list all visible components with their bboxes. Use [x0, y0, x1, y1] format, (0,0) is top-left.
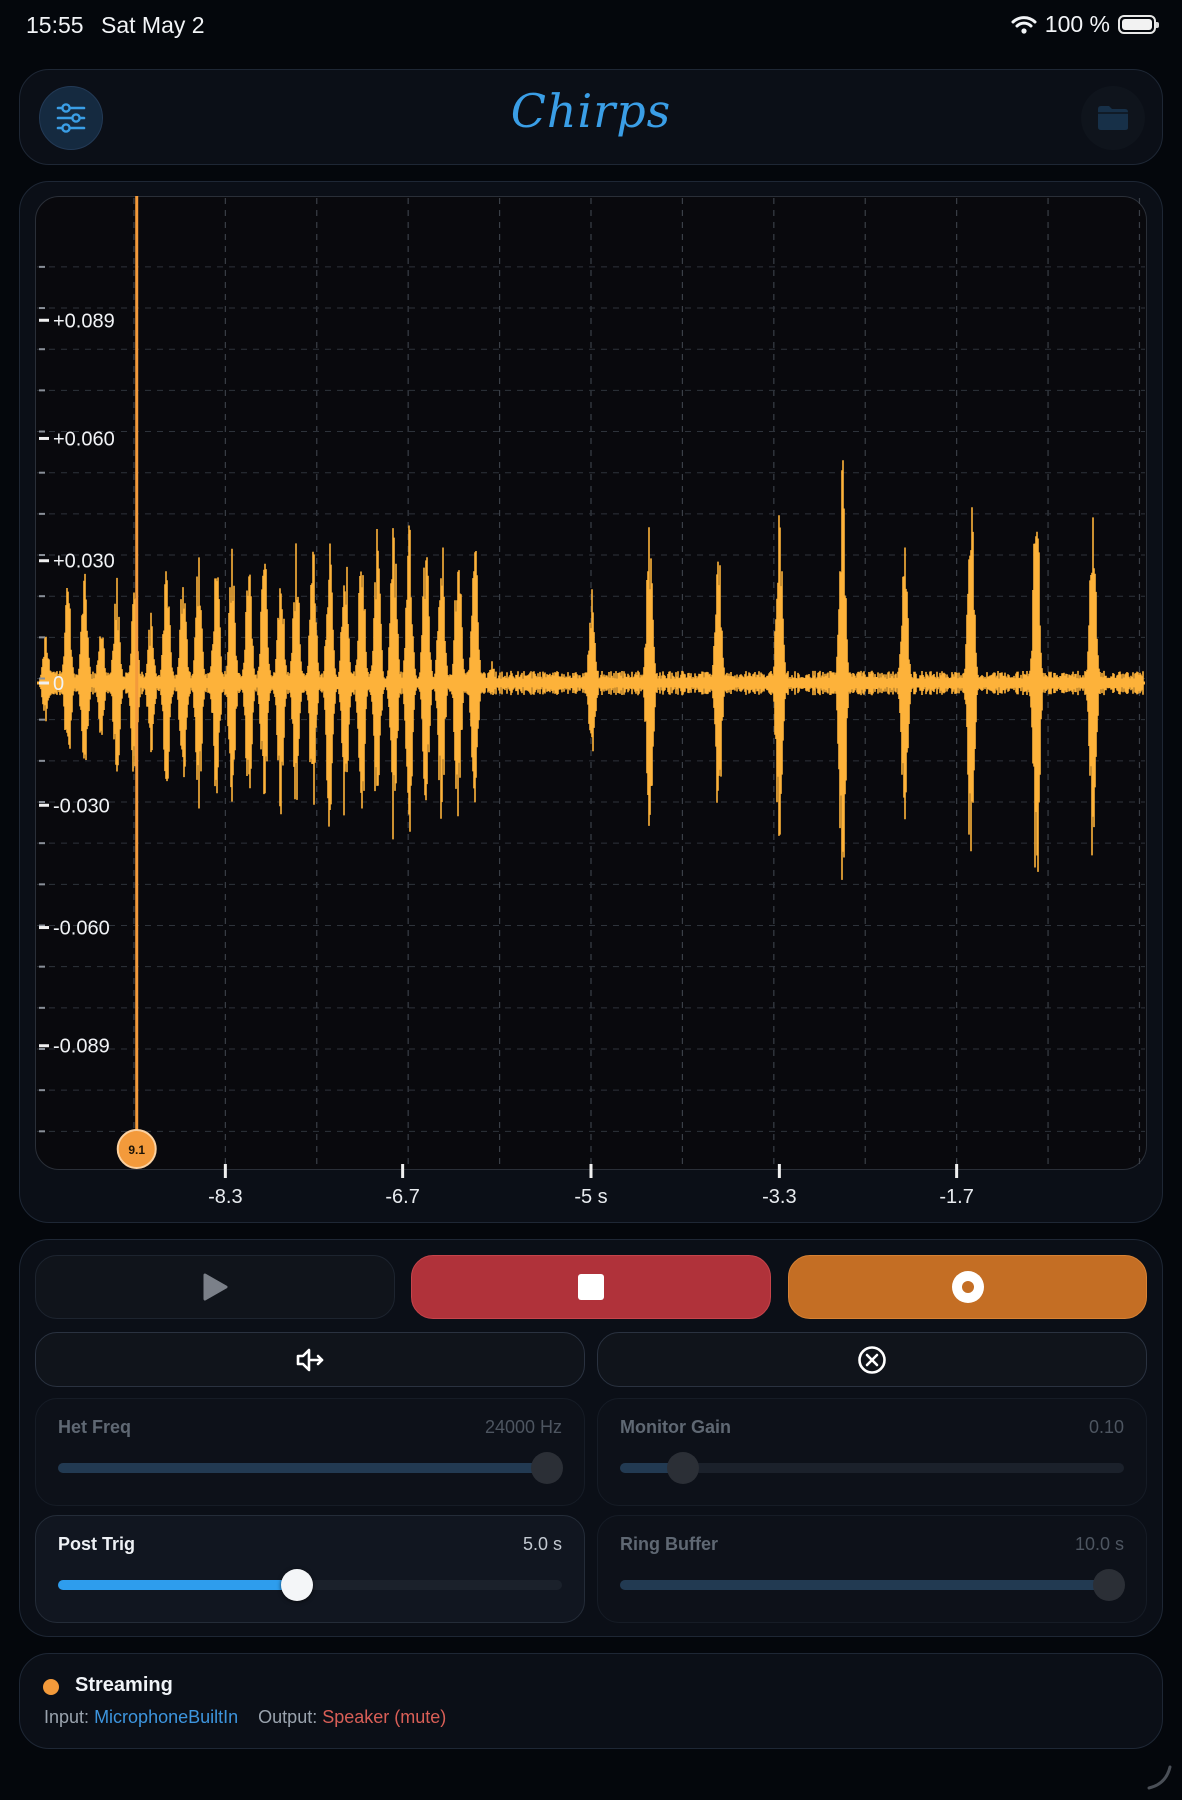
stop-button[interactable]	[411, 1255, 771, 1319]
play-button[interactable]	[35, 1255, 395, 1319]
stop-icon	[578, 1274, 604, 1300]
stream-status-panel	[19, 1653, 1163, 1749]
post-trig-slider-card: Post Trig 5.0 s	[35, 1515, 585, 1623]
ring-buffer-fill	[620, 1580, 1109, 1590]
resize-handle-icon[interactable]	[1146, 1764, 1172, 1790]
post-trig-value: 5.0 s	[522, 1534, 562, 1554]
status-date: Sat May 2	[101, 12, 205, 38]
monitor-gain-value: 0.10	[1088, 1417, 1124, 1437]
app-header: Chirps	[19, 69, 1163, 165]
io-routing: Input: MicrophoneBuiltIn Output: Speaker…	[44, 1707, 446, 1728]
input-device[interactable]: MicrophoneBuiltIn	[94, 1707, 238, 1727]
het-freq-slider[interactable]	[58, 1452, 563, 1484]
status-time: 15:55	[26, 12, 84, 38]
app-title: Chirps	[510, 84, 672, 138]
speaker-arrow-icon	[296, 1348, 324, 1371]
battery-icon	[1118, 15, 1159, 34]
status-bar: 15:55 Sat May 2 100 %	[0, 0, 1182, 50]
ring-buffer-value: 10.0 s	[1074, 1534, 1124, 1554]
post-trig-label: Post Trig	[58, 1534, 136, 1554]
status-indicators: 100 %	[1011, 11, 1159, 38]
waveform-plot-area[interactable]	[35, 196, 1147, 1170]
het-freq-value: 24000 Hz	[484, 1417, 562, 1437]
het-freq-slider-card: Het Freq 24000 Hz	[35, 1398, 585, 1506]
record-button[interactable]	[788, 1255, 1147, 1319]
folder-icon	[1098, 106, 1128, 130]
post-trig-slider[interactable]	[58, 1569, 562, 1601]
folder-button[interactable]	[1081, 86, 1145, 150]
output-device[interactable]: Speaker (mute)	[322, 1707, 446, 1727]
post-trig-fill	[58, 1580, 298, 1590]
battery-percent: 100 %	[1044, 11, 1110, 37]
het-freq-thumb[interactable]	[530, 1452, 563, 1484]
monitor-gain-label: Monitor Gain	[620, 1417, 731, 1437]
ring-buffer-slider-card: Ring Buffer 10.0 s	[597, 1515, 1147, 1623]
monitor-toggle-button[interactable]	[35, 1332, 585, 1387]
het-freq-fill	[58, 1463, 547, 1473]
monitor-gain-slider-card: Monitor Gain 0.10	[597, 1398, 1147, 1506]
post-trig-thumb[interactable]	[281, 1569, 314, 1601]
wifi-icon	[1011, 15, 1037, 34]
output-label: Output:	[258, 1707, 318, 1727]
ring-buffer-thumb[interactable]	[1092, 1569, 1125, 1601]
monitor-gain-slider[interactable]	[620, 1452, 1124, 1484]
stream-state: Streaming	[75, 1674, 173, 1696]
ring-buffer-label: Ring Buffer	[620, 1534, 718, 1554]
ring-buffer-slider[interactable]	[620, 1569, 1125, 1601]
streaming-indicator-dot	[43, 1679, 59, 1695]
clear-button[interactable]	[597, 1332, 1147, 1387]
record-icon	[951, 1271, 984, 1303]
input-label: Input:	[44, 1707, 90, 1727]
monitor-gain-thumb[interactable]	[667, 1452, 699, 1484]
circle-x-icon	[858, 1345, 886, 1374]
het-freq-label: Het Freq	[58, 1417, 132, 1437]
play-icon	[203, 1273, 228, 1301]
